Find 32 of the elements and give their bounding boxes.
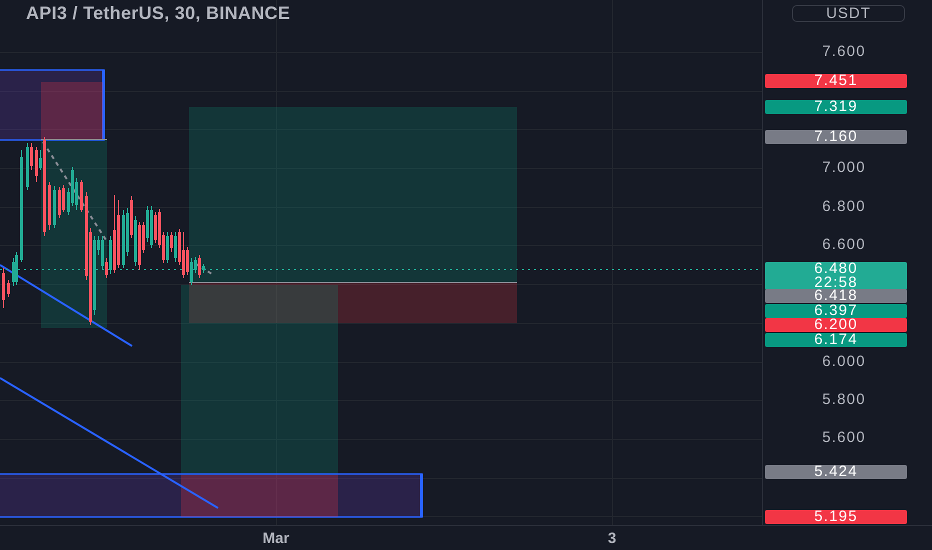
price-label: 5.424 [765, 465, 907, 479]
price-label: 6.200 [765, 318, 907, 332]
candle [2, 268, 5, 308]
price-label: 6.174 [765, 333, 907, 347]
candle [80, 180, 83, 212]
candle [48, 182, 51, 230]
price-tick: 7.000 [821, 160, 867, 176]
price-label: 5.195 [765, 510, 907, 524]
currency-button[interactable]: USDT [792, 5, 905, 22]
countdown-timer: 22:58 [814, 276, 858, 290]
price-tick: 5.800 [821, 392, 867, 408]
loss-zone [41, 82, 103, 140]
price-label: 7.319 [765, 100, 907, 114]
candle [7, 280, 10, 298]
entry-line [40, 139, 108, 140]
price-value: 6.480 [814, 262, 858, 276]
dashed-trend-line [195, 263, 213, 275]
time-tick: 3 [608, 530, 616, 547]
price-label: 6.418 [765, 289, 907, 303]
price-tick: 5.600 [821, 430, 867, 446]
price-tick: 6.000 [821, 354, 867, 370]
candle [53, 186, 56, 228]
range-box-edge [102, 70, 105, 140]
chart-title: API3 / TetherUS, 30, BINANCE [26, 3, 290, 24]
price-label: 7.451 [765, 74, 907, 88]
price-tick: 6.600 [821, 237, 867, 253]
price-label: 7.160 [765, 130, 907, 144]
price-label: 6.397 [765, 304, 907, 318]
price-tick: 7.600 [821, 44, 867, 60]
time-tick: Mar [262, 530, 290, 547]
range-box-edge [420, 474, 423, 517]
price-tick: 6.800 [821, 199, 867, 215]
